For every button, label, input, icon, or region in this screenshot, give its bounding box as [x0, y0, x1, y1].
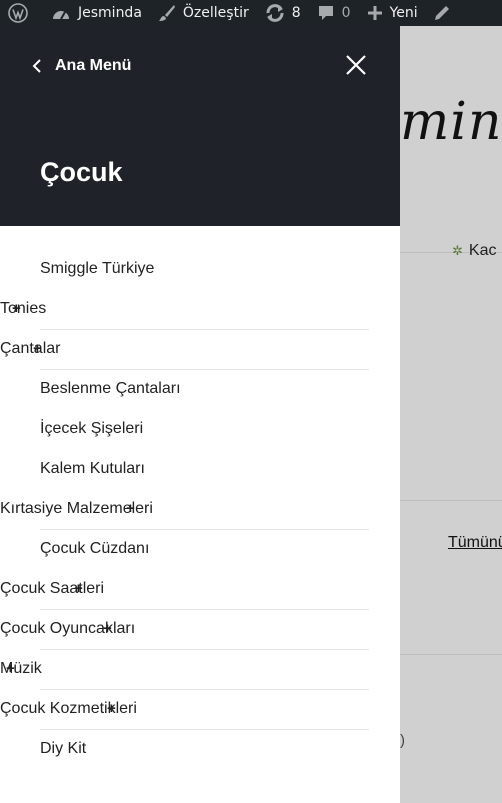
menu-item-label: Diy Kit [40, 740, 87, 757]
expand-plus-icon[interactable]: + [33, 341, 42, 357]
close-icon[interactable] [345, 54, 367, 76]
new-content-link[interactable]: Yeni [359, 0, 426, 26]
new-label: Yeni [389, 5, 418, 21]
expand-plus-icon[interactable]: + [12, 301, 21, 317]
plus-icon [367, 6, 382, 20]
admin-bar: Jesminda Özelleştir 8 0 Yeni [0, 0, 502, 26]
updates-icon [266, 4, 284, 22]
menu-item[interactable]: Diy Kit [40, 729, 86, 769]
menu-item[interactable]: Çantalar + [0, 329, 60, 369]
menu-item[interactable]: Beslenme Çantaları [40, 369, 181, 409]
menu-item[interactable]: Kalem Kutuları [40, 449, 145, 489]
menu-item[interactable]: Çocuk Kozmetikleri + [0, 689, 137, 729]
brush-icon [158, 5, 175, 21]
expand-plus-icon[interactable]: + [74, 581, 83, 597]
site-logo: minda [400, 92, 502, 152]
menu-item-label: Çocuk Cüzdanı [40, 540, 150, 557]
nav-item[interactable]: ✲ Kac [452, 242, 496, 260]
menu-item-label: Çocuk Oyuncakları [0, 620, 136, 637]
drawer-title: Çocuk [40, 157, 123, 187]
menu-item-label: Çocuk Saatleri [0, 580, 105, 597]
menu-item[interactable]: İçecek Şişeleri [40, 409, 143, 449]
menu-separator [40, 729, 369, 730]
wordpress-icon [8, 3, 28, 23]
menu-item[interactable]: Müzik + [0, 649, 42, 689]
customize-label: Özelleştir [182, 5, 249, 21]
see-all-link[interactable]: Tümünü [448, 534, 502, 552]
updates-link[interactable]: 8 [257, 0, 309, 26]
site-name: Jesminda [78, 5, 142, 21]
menu-item-label: Tonies [0, 300, 47, 317]
pencil-icon [434, 6, 449, 20]
menu-separator [40, 649, 369, 650]
comment-icon [318, 6, 333, 20]
menu-item[interactable]: Tonies + [0, 289, 46, 329]
menu-item[interactable]: Kırtasiye Malzemeleri + [0, 489, 153, 529]
menu-item[interactable]: Smiggle Türkiye [40, 249, 154, 289]
menu-item-label: Çantalar [0, 340, 61, 357]
comments-count: 0 [341, 5, 351, 21]
expand-plus-icon[interactable]: + [126, 501, 135, 517]
updates-count: 8 [291, 5, 301, 21]
dashboard-icon [53, 11, 69, 20]
menu-item-label: İçecek Şişeleri [40, 420, 144, 437]
expand-plus-icon[interactable]: + [103, 621, 112, 637]
comments-link[interactable]: 0 [309, 0, 359, 26]
drawer-header: Ana Menü Çocuk [0, 26, 400, 226]
background-page: minda ✲ Kac Tümünü ) [400, 26, 502, 803]
menu-item[interactable]: Çocuk Oyuncakları + [0, 609, 135, 649]
menu-item[interactable]: Çocuk Saatleri + [0, 569, 104, 609]
expand-plus-icon[interactable]: + [107, 701, 116, 717]
menu-separator [40, 329, 369, 330]
wp-logo-menu[interactable] [0, 0, 43, 26]
edit-link[interactable] [426, 0, 465, 26]
customize-link[interactable]: Özelleştir [150, 0, 257, 26]
chevron-left-icon [32, 59, 41, 73]
mobile-menu-drawer: Ana Menü Çocuk Smiggle Türkiye Tonies + Çan… [0, 26, 400, 803]
sparkle-icon: ✲ [452, 243, 463, 258]
section-divider [400, 500, 502, 501]
site-name-menu[interactable]: Jesminda [43, 0, 150, 26]
menu-item-label: Kalem Kutuları [40, 460, 145, 477]
menu-item-label: Smiggle Türkiye [40, 260, 155, 277]
nav-item-label: Kac [468, 242, 497, 259]
menu-item-label: Çocuk Kozmetikleri [0, 700, 137, 717]
section-divider [400, 654, 502, 655]
back-to-main-menu-button[interactable]: Ana Menü [32, 57, 131, 75]
back-label: Ana Menü [55, 57, 132, 74]
menu-item-label: Beslenme Çantaları [40, 380, 181, 397]
expand-plus-icon[interactable]: + [6, 661, 15, 677]
menu-item[interactable]: Çocuk Cüzdanı [40, 529, 149, 569]
text-fragment: ) [400, 732, 405, 749]
